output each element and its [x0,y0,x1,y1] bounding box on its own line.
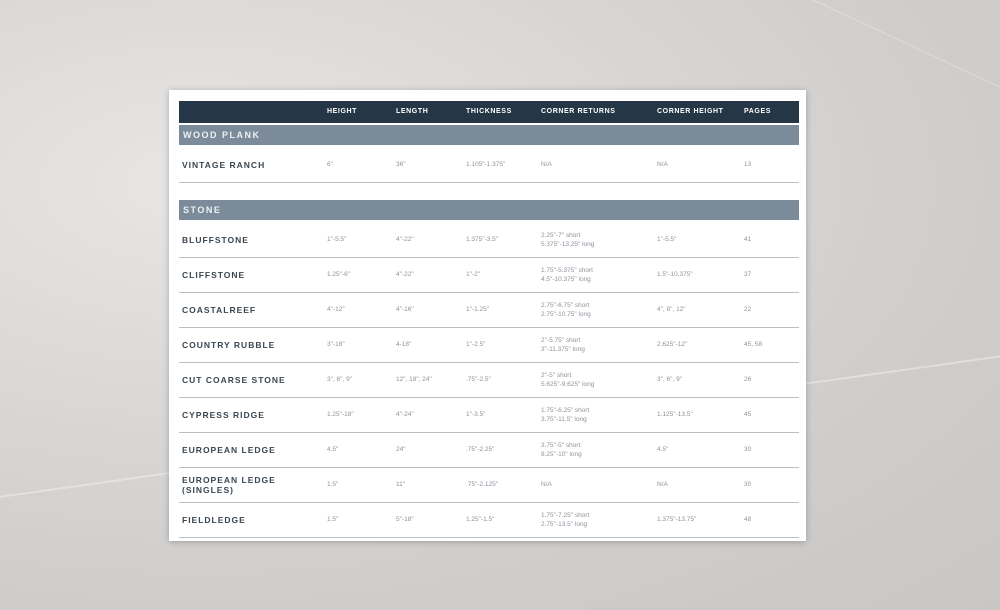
cell-length: 24" [396,446,406,453]
section-title: STONE [183,205,222,215]
cell-pages: 45, 58 [744,341,763,348]
cell-thickness: .75"-2.5" [466,376,491,383]
table-row: CLIFFSTONE 1.25"-6" 4"-22" 1"-2" 1.75"-5.375… [179,257,799,293]
cell-corner-height: 4.5" [657,446,669,453]
cell-pages: 45 [744,411,752,418]
table-row: EUROPEAN LEDGE (SINGLES) 1.5" 11" .75"-2.12… [179,467,799,503]
cell-corner-height: 4", 8", 12" [657,306,686,313]
cell-pages: 48 [744,516,752,523]
cell-height: 3"-18" [327,341,345,348]
cell-length: 4"-16" [396,306,414,313]
cell-height: 1.25"-18" [327,411,354,418]
product-name: COUNTRY RUBBLE [182,339,276,350]
cell-corner-height: 3", 6", 9" [657,376,682,383]
cell-corner-returns: 2"-5" short 5.625"-9.625" long [541,371,595,388]
product-name: VINTAGE RANCH [182,159,266,170]
cell-pages: 41 [744,236,752,243]
cell-length: 4"-24" [396,411,414,418]
cell-corner-returns: 1.75"-5.375" short 4.5"-10.375" long [541,266,593,283]
table-row: VINTAGE RANCH 6" 36" 1.105"-1.375" N/A N/A 13 [179,147,799,183]
spec-sheet: HEIGHT LENGTH THICKNESS CORNER RETURNS C… [169,90,806,541]
table-row: BLUFFSTONE 1"-5.5" 4"-22" 1.375"-3.5" 2.25"-… [179,222,799,258]
cell-corner-height: 2.625"-12" [657,341,688,348]
cell-pages: 37 [744,271,752,278]
cell-thickness: .75"-2.125" [466,481,499,488]
section-header: STONE [179,200,799,220]
cell-thickness: 1"-2" [466,271,481,278]
cell-pages: 22 [744,306,752,313]
table-row: COASTALREEF 4"-12" 4"-16" 1"-1.25" 2.75"-6.7… [179,292,799,328]
cell-length: 11" [396,481,406,488]
cell-pages: 13 [744,161,752,168]
cell-height: 1.5" [327,481,339,488]
cell-height: 4.5" [327,446,339,453]
cell-height: 3", 6", 9" [327,376,352,383]
cell-height: 1.25"-6" [327,271,351,278]
cell-pages: 30 [744,481,752,488]
cell-pages: 30 [744,446,752,453]
product-name: BLUFFSTONE [182,234,249,245]
table-row: COUNTRY RUBBLE 3"-18" 4-18" 1"-2.5" 2"-5.75"… [179,327,799,363]
cell-thickness: 1"-1.25" [466,306,490,313]
cell-corner-returns: 3.75"-5" short 8.25"-10" long [541,441,582,458]
cell-length: 5"-18" [396,516,414,523]
cell-corner-height: 1"-5.5" [657,236,677,243]
cell-corner-returns: 2"-5.75" short 3"-11.375" long [541,336,585,353]
cell-length: 4"-22" [396,271,414,278]
header-thickness: THICKNESS [466,108,512,115]
table-header: HEIGHT LENGTH THICKNESS CORNER RETURNS C… [179,101,799,123]
cell-length: 4-18" [396,341,412,348]
section-header: WOOD PLANK [179,125,799,145]
cell-thickness: 1"-2.5" [466,341,486,348]
table-row: FIELDLEDGE 1.5" 5"-18" 1.25"-1.5" 1.75"-7.25… [179,502,799,538]
product-name: COASTALREEF [182,304,257,315]
header-corner-height: CORNER HEIGHT [657,108,724,115]
cell-corner-height: N/A [657,161,668,168]
section-title: WOOD PLANK [183,130,261,140]
cell-height: 1"-5.5" [327,236,347,243]
cell-corner-returns: 2.75"-6.75" short 2.75"-10.75" long [541,301,591,318]
cell-thickness: 1.375"-3.5" [466,236,499,243]
product-name: EUROPEAN LEDGE [182,444,276,455]
cell-thickness: 1.25"-1.5" [466,516,495,523]
header-pages: PAGES [744,108,771,115]
product-name: FIELDLEDGE [182,514,246,525]
cell-thickness: .75"-2.25" [466,446,495,453]
header-corner-returns: CORNER RETURNS [541,108,616,115]
cell-length: 36" [396,161,406,168]
header-length: LENGTH [396,108,429,115]
table-row: CYPRESS RIDGE 1.25"-18" 4"-24" 1"-3.5" 1.75"… [179,397,799,433]
cell-corner-height: 1.125"-13.5" [657,411,693,418]
cell-thickness: 1.105"-1.375" [466,161,506,168]
cell-pages: 26 [744,376,752,383]
cell-length: 4"-22" [396,236,414,243]
cell-corner-returns: 1.75"-6.25" short 3.75"-11.5" long [541,406,590,423]
cell-height: 1.5" [327,516,339,523]
cell-corner-returns: N/A [541,481,552,488]
table-row: CUT COARSE STONE 3", 6", 9" 12", 18", 24".… [179,362,799,398]
cell-thickness: 1"-3.5" [466,411,486,418]
cell-corner-returns: 2.25"-7" short 5.375"-13.25" long [541,231,595,248]
cell-height: 4"-12" [327,306,345,313]
cell-corner-height: 1.375"-13.75" [657,516,697,523]
cell-height: 6" [327,161,333,168]
header-height: HEIGHT [327,108,358,115]
cell-length: 12", 18", 24" [396,376,432,383]
product-name: CLIFFSTONE [182,269,246,280]
cell-corner-returns: 1.75"-7.25" short 2.75"-13.5" long [541,511,590,528]
cell-corner-returns: N/A [541,161,552,168]
table-row: EUROPEAN LEDGE 4.5" 24" .75"-2.25" 3.75"-5" … [179,432,799,468]
product-name: CYPRESS RIDGE [182,409,265,420]
product-name: EUROPEAN LEDGE (SINGLES) [182,474,276,495]
cell-corner-height: N/A [657,481,668,488]
product-name: CUT COARSE STONE [182,374,286,385]
cell-corner-height: 1.5"-10.375" [657,271,693,278]
